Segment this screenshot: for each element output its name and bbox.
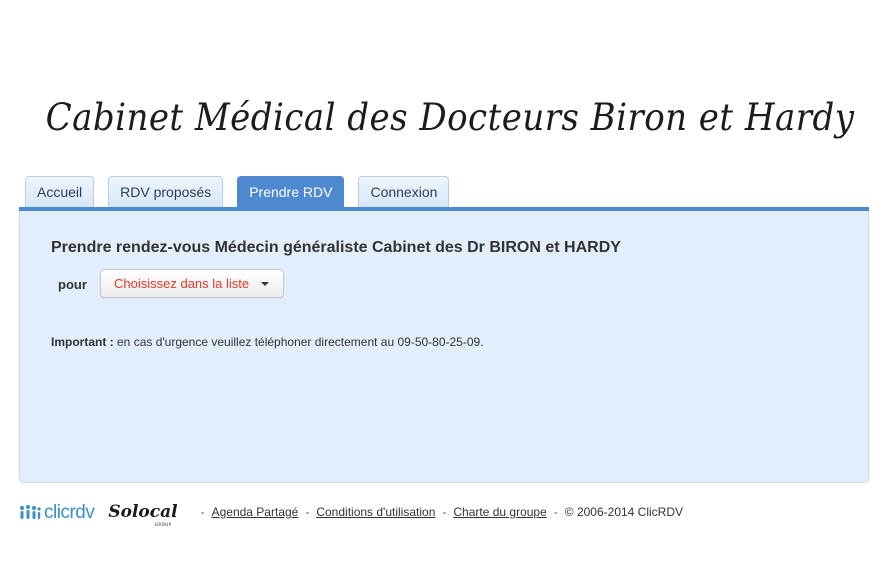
tab-connexion[interactable]: Connexion: [358, 176, 450, 208]
copyright: © 2006-2014 ClicRDV: [564, 505, 684, 519]
solocal-logo[interactable]: Solocal GROUP: [108, 502, 178, 527]
footer-link-conditions[interactable]: Conditions d'utilisation: [316, 505, 435, 519]
tab-bar: Accueil RDV proposés Prendre RDV Connexi…: [25, 176, 463, 208]
footer-link-agenda-partage[interactable]: Agenda Partagé: [212, 505, 299, 519]
booking-panel: Prendre rendez-vous Médecin généraliste …: [19, 211, 869, 483]
footer-separator: -: [442, 505, 447, 519]
urgency-notice: Important : en cas d'urgence veuillez té…: [51, 335, 484, 349]
footer-separator: -: [305, 505, 310, 519]
site-title: Cabinet Médical des Docteurs Biron et Ha…: [45, 96, 855, 139]
page: Cabinet Médical des Docteurs Biron et Ha…: [0, 0, 882, 585]
footer-separator: -: [553, 505, 558, 519]
footer: clicrdv Solocal GROUP - Agenda Partagé -…: [19, 499, 684, 527]
footer-link-charte[interactable]: Charte du groupe: [453, 505, 546, 519]
pour-label: pour: [58, 277, 87, 292]
notice-label: Important :: [51, 335, 114, 349]
page-title: Prendre rendez-vous Médecin généraliste …: [51, 239, 621, 256]
solocal-sub: GROUP: [154, 522, 172, 527]
clicrdv-wordmark: clicrdv: [44, 501, 95, 523]
tab-prendre-rdv[interactable]: Prendre RDV: [237, 176, 345, 208]
clicrdv-logo[interactable]: clicrdv: [19, 501, 95, 523]
notice-text: en cas d'urgence veuillez téléphoner dir…: [113, 335, 484, 349]
tab-accueil[interactable]: Accueil: [25, 176, 95, 208]
caret-down-icon: [261, 282, 269, 286]
motive-select-dropdown[interactable]: Choisissez dans la liste: [100, 269, 284, 298]
footer-separator: -: [200, 505, 205, 519]
tab-rdv-proposes[interactable]: RDV proposés: [108, 176, 224, 208]
people-icon: [20, 505, 41, 519]
solocal-wordmark: Solocal: [108, 502, 178, 522]
select-value: Choisissez dans la liste: [114, 276, 250, 291]
